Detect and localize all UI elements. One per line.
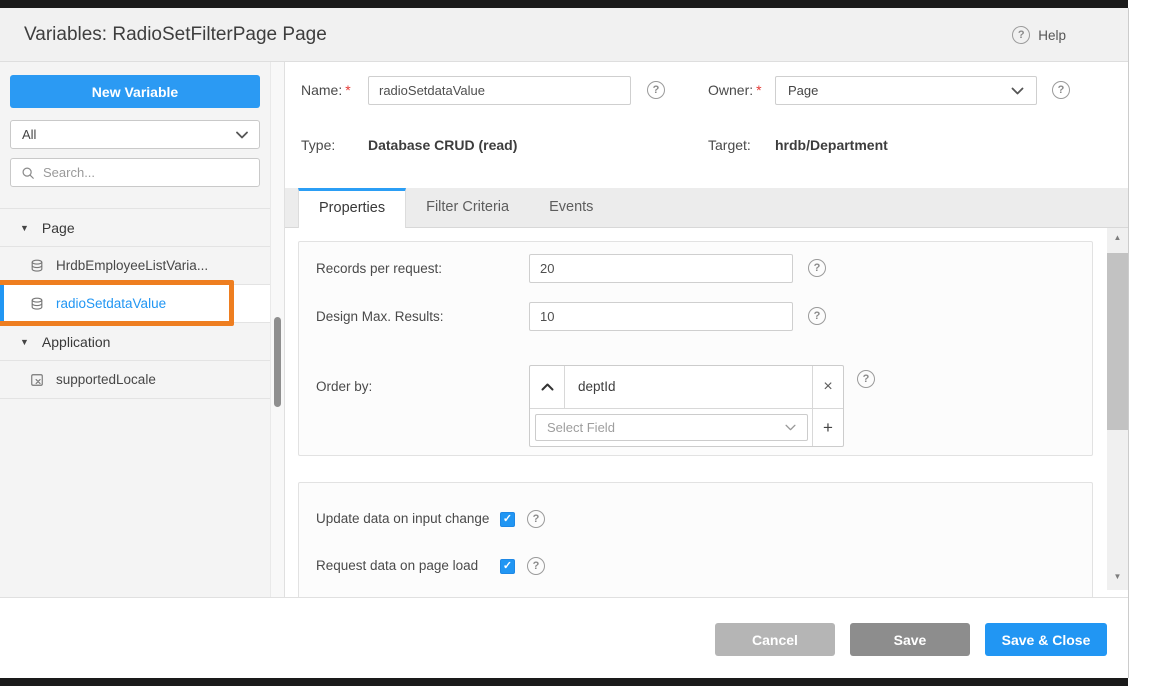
save-and-close-button[interactable]: Save & Close: [985, 623, 1107, 656]
owner-label: Owner:*: [708, 76, 762, 105]
target-label: Target:: [708, 134, 751, 156]
search-box[interactable]: [10, 158, 260, 187]
help-button[interactable]: ? Help: [1012, 8, 1066, 62]
request-on-page-load-label: Request data on page load: [316, 553, 478, 579]
scroll-down-arrow[interactable]: ▼: [1107, 572, 1128, 581]
dialog-titlebar: Variables: RadioSetFilterPage Page ? Hel…: [0, 8, 1128, 62]
help-icon: ?: [1012, 26, 1030, 44]
target-value: hrdb/Department: [775, 134, 888, 156]
type-label: Type:: [301, 134, 335, 156]
name-help-icon[interactable]: ?: [647, 81, 665, 99]
request-on-page-load-checkbox[interactable]: ✓: [500, 559, 515, 574]
search-input[interactable]: [43, 165, 249, 180]
content-scrollbar-thumb[interactable]: [1107, 253, 1128, 430]
save-button[interactable]: Save: [850, 623, 970, 656]
database-variable-icon: [30, 297, 44, 311]
help-label: Help: [1038, 28, 1066, 43]
name-input[interactable]: [368, 76, 631, 105]
tab-events[interactable]: Events: [529, 188, 613, 228]
collapse-arrow-icon: ▼: [20, 337, 29, 347]
chevron-down-icon: [1011, 87, 1024, 95]
update-on-input-change-label: Update data on input change: [316, 506, 489, 532]
variables-dialog-page: Variables: RadioSetFilterPage Page ? Hel…: [0, 0, 1152, 686]
model-variable-icon: [30, 373, 44, 387]
variables-tree: ▼ Page HrdbEmployeeListVaria... radioS: [0, 208, 270, 399]
variable-type-filter-select[interactable]: All: [10, 120, 260, 149]
type-value: Database CRUD (read): [368, 134, 517, 156]
tab-properties[interactable]: Properties: [298, 188, 406, 229]
select-field-placeholder: Select Field: [547, 420, 615, 435]
sidebar-scrollbar-thumb[interactable]: [274, 317, 281, 407]
scroll-up-arrow[interactable]: ▲: [1107, 233, 1128, 242]
content-scrollbar[interactable]: ▲ ▼: [1107, 228, 1128, 590]
new-variable-button[interactable]: New Variable: [10, 75, 260, 108]
owner-select[interactable]: Page: [775, 76, 1037, 105]
order-by-entry-row: deptId ×: [530, 366, 843, 409]
tree-item-radiosetdatavalue[interactable]: radioSetdataValue: [0, 285, 270, 323]
request-on-page-load-help-icon[interactable]: ?: [527, 557, 545, 575]
chevron-down-icon: [236, 131, 248, 139]
dialog-body: New Variable All ▼ Page: [0, 62, 1128, 597]
order-by-add-row: Select Field +: [530, 409, 843, 446]
tree-item-label: HrdbEmployeeListVaria...: [56, 258, 208, 273]
cancel-button[interactable]: Cancel: [715, 623, 835, 656]
variable-type-filter-value: All: [22, 127, 36, 142]
tree-group-label: Page: [42, 220, 75, 236]
variables-sidebar: New Variable All ▼ Page: [0, 62, 285, 597]
records-per-request-input[interactable]: [529, 254, 793, 283]
order-by-help-icon[interactable]: ?: [857, 370, 875, 388]
update-on-input-change-help-icon[interactable]: ?: [527, 510, 545, 528]
name-label: Name:*: [301, 76, 351, 105]
chevron-down-icon: [785, 424, 796, 431]
order-by-field-value: deptId: [565, 366, 812, 408]
owner-select-value: Page: [788, 83, 818, 98]
records-per-request-help-icon[interactable]: ?: [808, 259, 826, 277]
tree-item-supportedlocale[interactable]: supportedLocale: [0, 361, 270, 399]
records-per-request-label: Records per request:: [316, 254, 442, 283]
design-max-results-input[interactable]: [529, 302, 793, 331]
tree-group-application[interactable]: ▼ Application: [0, 323, 270, 361]
order-by-label: Order by:: [316, 365, 372, 408]
search-icon: [21, 166, 35, 180]
page-title: Variables: RadioSetFilterPage Page: [24, 8, 327, 62]
dialog-footer: Cancel Save Save & Close: [0, 597, 1128, 678]
tree-item-label: radioSetdataValue: [56, 296, 166, 311]
required-asterisk: *: [345, 82, 350, 98]
order-by-control: deptId × Select Field +: [529, 365, 844, 447]
required-asterisk: *: [756, 82, 761, 98]
behavior-section: Update data on input change ✓ ? Request …: [298, 482, 1093, 597]
properties-tab-content: Records per request: ? Design Max. Resul…: [285, 228, 1107, 597]
update-on-input-change-checkbox[interactable]: ✓: [500, 512, 515, 527]
tab-strip: Properties Filter Criteria Events: [285, 188, 1128, 228]
variable-detail-panel: Name:* ? Owner:* Page ? Type: Database C…: [285, 62, 1128, 597]
sort-direction-button[interactable]: [530, 366, 565, 408]
tree-item-label: supportedLocale: [56, 372, 156, 387]
collapse-arrow-icon: ▼: [20, 223, 29, 233]
variables-dialog: Variables: RadioSetFilterPage Page ? Hel…: [0, 8, 1129, 678]
data-settings-section: Records per request: ? Design Max. Resul…: [298, 241, 1093, 456]
tree-item-hrdbemployeelist[interactable]: HrdbEmployeeListVaria...: [0, 247, 270, 285]
design-max-results-help-icon[interactable]: ?: [808, 307, 826, 325]
select-field-dropdown[interactable]: Select Field: [535, 414, 808, 441]
design-max-results-label: Design Max. Results:: [316, 302, 444, 331]
tree-group-label: Application: [42, 334, 111, 350]
bottom-frame-bar: [0, 678, 1128, 686]
top-frame-bar: [0, 0, 1128, 8]
add-order-field-button[interactable]: +: [812, 409, 843, 446]
tab-filter-criteria[interactable]: Filter Criteria: [406, 188, 529, 228]
sidebar-scrollbar[interactable]: [270, 62, 284, 597]
owner-help-icon[interactable]: ?: [1052, 81, 1070, 99]
remove-order-field-button[interactable]: ×: [812, 366, 843, 408]
order-by-select-wrap: Select Field: [530, 409, 812, 446]
database-variable-icon: [30, 259, 44, 273]
tree-group-page[interactable]: ▼ Page: [0, 209, 270, 247]
chevron-up-icon: [541, 383, 554, 391]
